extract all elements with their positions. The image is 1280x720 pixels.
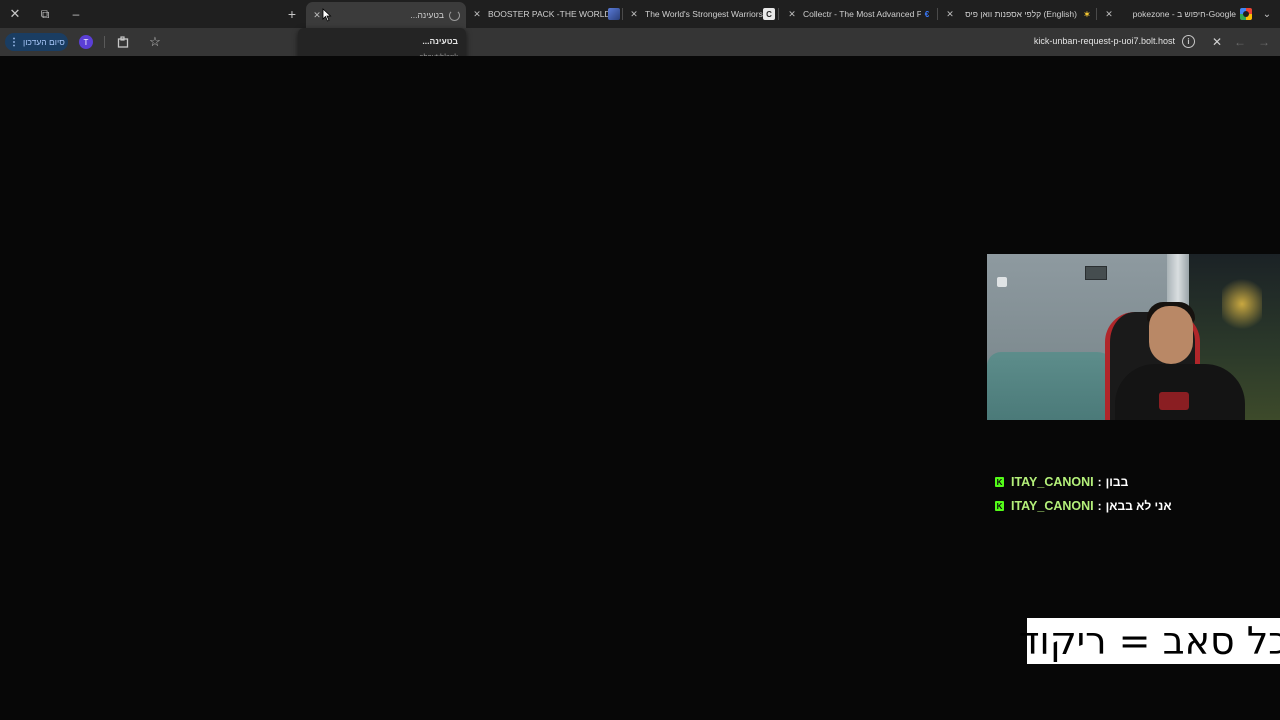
tab-close-icon[interactable]: ✕ xyxy=(470,9,484,20)
update-button-label: סיום העדכון xyxy=(23,37,65,47)
profile-avatar[interactable]: T xyxy=(79,35,93,49)
toolbar: ⋮ סיום העדכון T ☆ kick-unban-request-p-u… xyxy=(0,28,1280,56)
tab-title: ...בטעינה xyxy=(410,10,444,20)
chat-text: אני לא בבאן xyxy=(1105,499,1172,513)
google-icon xyxy=(1240,8,1252,20)
chat-text: בבון xyxy=(1105,475,1129,489)
site-icon xyxy=(608,8,620,20)
chat-username: ITAY_CANONI xyxy=(1011,475,1094,489)
window-minimize-icon[interactable]: – xyxy=(66,4,86,24)
sub-banner: כל סאב = ריקוד xyxy=(1018,618,1280,664)
tab-close-icon[interactable]: ✕ xyxy=(943,9,957,20)
chat-separator: : xyxy=(1097,475,1102,489)
webcam-overlay xyxy=(987,254,1280,420)
tab-one-piece-cards[interactable]: ✕ קלפי אספנות וואן פיס (English) ✶ xyxy=(943,2,1093,26)
collectr-icon: € xyxy=(924,9,930,19)
tab-divider xyxy=(1096,8,1097,20)
tab-title: The World's Strongest Warriors xyxy=(645,9,763,19)
tab-divider xyxy=(937,8,938,20)
tab-google-search[interactable]: ✕ pokezone - חיפוש ב-Google xyxy=(1102,2,1252,26)
extensions-icon[interactable] xyxy=(115,34,131,50)
tab-strongest-warriors[interactable]: ✕ The World's Strongest Warriors C xyxy=(627,2,775,26)
k-icon: ✶ xyxy=(1083,9,1091,19)
stop-loading-icon[interactable]: ✕ xyxy=(1210,34,1224,50)
chat-separator: : xyxy=(1097,499,1102,513)
tab-title: Collectr - The Most Advanced P xyxy=(803,9,921,19)
tab-divider xyxy=(622,8,623,20)
more-vertical-icon: ⋮ xyxy=(9,36,19,48)
toolbar-divider xyxy=(104,36,105,48)
site-info-icon[interactable]: i xyxy=(1182,35,1195,48)
mouse-cursor-icon xyxy=(322,8,332,22)
tab-title: pokezone - חיפוש ב-Google xyxy=(1132,9,1236,19)
tab-title: קלפי אספנות וואן פיס (English) xyxy=(965,9,1077,19)
chat-message: K ITAY_CANONI : אני לא בבאן xyxy=(995,496,1172,516)
tab-collectr[interactable]: ✕ Collectr - The Most Advanced P € xyxy=(785,2,933,26)
spinner-icon xyxy=(448,9,460,21)
chat-username: ITAY_CANONI xyxy=(1011,499,1094,513)
window-restore-icon[interactable]: ⧉ xyxy=(35,4,55,24)
bookmark-star-icon[interactable]: ☆ xyxy=(147,34,163,50)
back-icon[interactable]: → xyxy=(1257,34,1271,50)
hover-card-title: ...בטעינה xyxy=(422,36,458,46)
window-close-icon[interactable]: ✕ xyxy=(5,4,25,24)
tab-close-icon[interactable]: ✕ xyxy=(785,9,799,20)
tab-close-icon[interactable]: ✕ xyxy=(1102,9,1116,20)
tab-strip: ✕ ⧉ – + ✕ ...בטעינה ✕ BOOSTER PACK -THE … xyxy=(0,0,1280,28)
tab-divider xyxy=(778,8,779,20)
new-tab-icon[interactable]: + xyxy=(283,4,301,24)
tab-booster-pack[interactable]: ✕ BOOSTER PACK -THE WORLD'S xyxy=(470,2,620,26)
kick-icon: K xyxy=(995,501,1004,511)
chat-message: K ITAY_CANONI : בבון xyxy=(995,472,1128,492)
update-button[interactable]: ⋮ סיום העדכון xyxy=(5,33,68,51)
tab-title: BOOSTER PACK -THE WORLD'S xyxy=(488,9,608,19)
c-icon: C xyxy=(763,8,775,20)
kick-icon: K xyxy=(995,477,1004,487)
address-bar-url[interactable]: kick-unban-request-p-uoi7.bolt.host xyxy=(900,36,1175,50)
forward-icon[interactable]: ← xyxy=(1233,34,1247,50)
tab-search-chevron-icon[interactable]: ⌄ xyxy=(1258,5,1276,23)
tab-close-icon[interactable]: ✕ xyxy=(627,9,641,20)
